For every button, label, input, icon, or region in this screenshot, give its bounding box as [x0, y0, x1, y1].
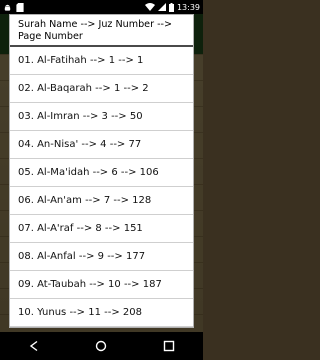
- surah-item[interactable]: 05. Al-Ma'idah --> 6 --> 106: [10, 159, 193, 187]
- navigation-bar: [0, 332, 203, 360]
- android-icon: [3, 3, 12, 12]
- sd-card-icon: [16, 2, 24, 12]
- surah-item[interactable]: 03. Al-Imran --> 3 --> 50: [10, 103, 193, 131]
- battery-icon: [168, 2, 174, 12]
- surah-list-dialog: Surah Name --> Juz Number --> Page Numbe…: [9, 14, 194, 328]
- surah-list: 01. Al-Fatihah --> 1 --> 1 02. Al-Baqara…: [10, 47, 193, 327]
- wifi-icon: [144, 3, 155, 11]
- status-bar: 13:39: [0, 0, 203, 14]
- surah-item[interactable]: 01. Al-Fatihah --> 1 --> 1: [10, 47, 193, 75]
- surah-item[interactable]: 09. At-Taubah --> 10 --> 187: [10, 271, 193, 299]
- surah-item[interactable]: 07. Al-A'raf --> 8 --> 151: [10, 215, 193, 243]
- dialog-title: Surah Name --> Juz Number --> Page Numbe…: [10, 15, 193, 47]
- back-icon[interactable]: [19, 332, 49, 360]
- recent-apps-icon[interactable]: [154, 332, 184, 360]
- signal-icon: [157, 3, 166, 11]
- surah-item[interactable]: 02. Al-Baqarah --> 1 --> 2: [10, 75, 193, 103]
- surah-item[interactable]: 08. Al-Anfal --> 9 --> 177: [10, 243, 193, 271]
- surah-item[interactable]: 04. An-Nisa' --> 4 --> 77: [10, 131, 193, 159]
- home-icon[interactable]: [86, 332, 116, 360]
- status-time: 13:39: [176, 2, 200, 12]
- surah-item[interactable]: 06. Al-An'am --> 7 --> 128: [10, 187, 193, 215]
- surah-item[interactable]: 10. Yunus --> 11 --> 208: [10, 299, 193, 327]
